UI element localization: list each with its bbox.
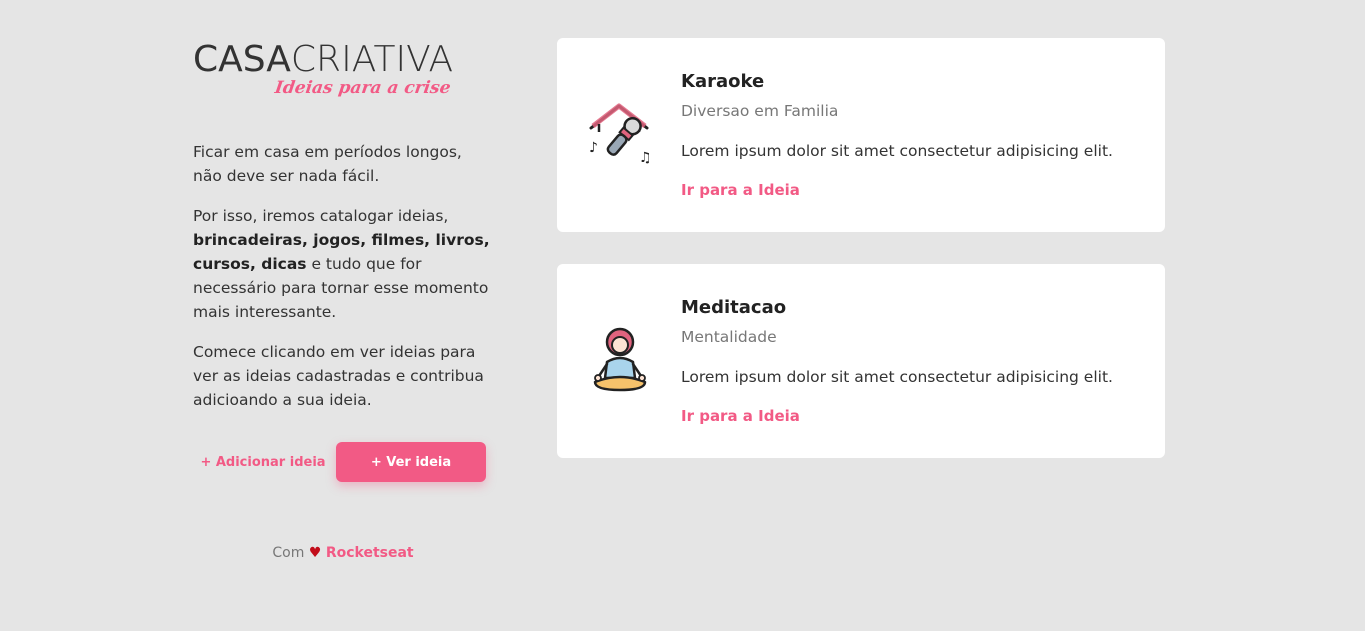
intro-paragraph-2: Por isso, iremos catalogar ideias, brinc… [193,204,493,324]
footer-rocketseat-link[interactable]: Rocketseat [326,545,414,561]
logo-part-casa: CASA [193,39,291,80]
heart-icon: ♥ [308,545,322,561]
view-ideas-button[interactable]: + Ver ideia [336,442,486,482]
logo: CASACRIATIVA Ideias para a crise [193,40,485,104]
svg-text:♫: ♫ [639,150,652,166]
idea-title: Meditacao [681,297,787,318]
intro-text: Ficar em casa em períodos longos, não de… [193,140,493,412]
idea-category: Mentalidade [681,328,777,346]
intro-paragraph-2-start: Por isso, iremos catalogar ideias, [193,207,449,225]
logo-tagline: Ideias para a crise [273,78,452,98]
idea-category: Diversao em Familia [681,102,839,120]
intro-paragraph-3: Comece clicando em ver ideias para ver a… [193,343,484,409]
footer: Com ♥ Rocketseat [193,545,493,561]
svg-text:♪: ♪ [589,140,598,156]
idea-card: Meditacao Mentalidade Lorem ipsum dolor … [557,264,1165,458]
idea-description: Lorem ipsum dolor sit amet consectetur a… [681,368,1113,386]
idea-link[interactable]: Ir para a Ideia [681,181,800,199]
idea-title: Karaoke [681,71,765,92]
intro-paragraph-1: Ficar em casa em períodos longos, não de… [193,143,462,185]
actions: + Adicionar ideia + Ver ideia [193,442,486,482]
meditation-icon [585,326,655,396]
logo-part-criativa: CRIATIVA [290,39,454,80]
idea-link[interactable]: Ir para a Ideia [681,407,800,425]
footer-prefix: Com [272,545,305,561]
page: CASACRIATIVA Ideias para a crise Ficar e… [0,0,1365,631]
add-idea-button[interactable]: + Adicionar ideia [193,442,333,482]
intro-column: CASACRIATIVA Ideias para a crise Ficar e… [193,40,493,428]
karaoke-icon: ♪ ♫ [585,100,655,170]
idea-card: ♪ ♫ Karaoke Diversao em Familia Lorem ip… [557,38,1165,232]
logo-wordmark: CASACRIATIVA [193,40,453,80]
idea-description: Lorem ipsum dolor sit amet consectetur a… [681,142,1113,160]
